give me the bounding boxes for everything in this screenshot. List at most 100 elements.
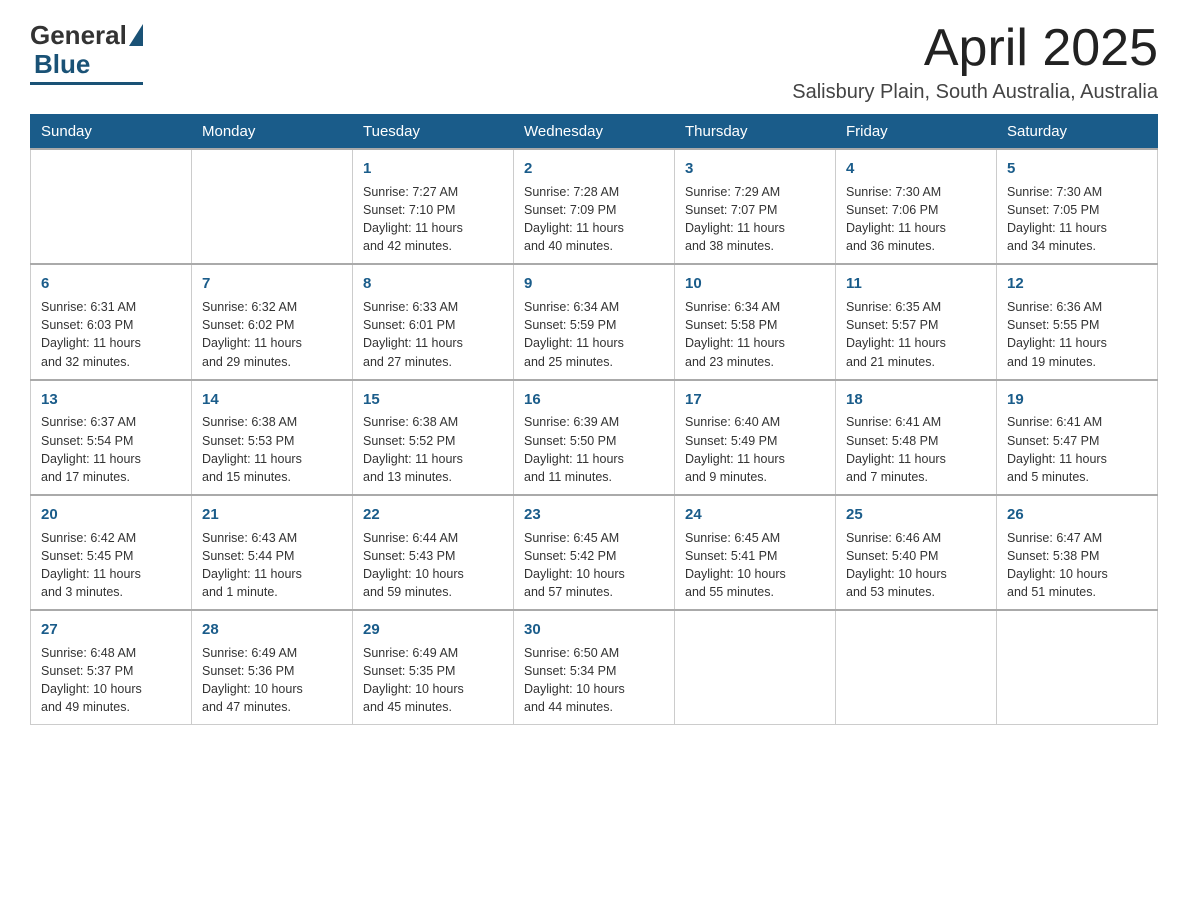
calendar-table: SundayMondayTuesdayWednesdayThursdayFrid… bbox=[30, 114, 1158, 725]
day-number: 23 bbox=[524, 504, 664, 526]
day-info: Sunrise: 6:35 AMSunset: 5:57 PMDaylight:… bbox=[846, 298, 986, 371]
day-number: 11 bbox=[846, 273, 986, 295]
day-number: 17 bbox=[685, 389, 825, 411]
day-number: 12 bbox=[1007, 273, 1147, 295]
day-number: 21 bbox=[202, 504, 342, 526]
day-number: 26 bbox=[1007, 504, 1147, 526]
day-number: 25 bbox=[846, 504, 986, 526]
calendar-week-row: 27Sunrise: 6:48 AMSunset: 5:37 PMDayligh… bbox=[31, 610, 1158, 725]
column-header-saturday: Saturday bbox=[997, 115, 1158, 150]
day-info: Sunrise: 6:43 AMSunset: 5:44 PMDaylight:… bbox=[202, 529, 342, 602]
calendar-cell: 19Sunrise: 6:41 AMSunset: 5:47 PMDayligh… bbox=[997, 380, 1158, 495]
column-header-thursday: Thursday bbox=[675, 115, 836, 150]
day-info: Sunrise: 6:45 AMSunset: 5:42 PMDaylight:… bbox=[524, 529, 664, 602]
day-info: Sunrise: 6:38 AMSunset: 5:52 PMDaylight:… bbox=[363, 413, 503, 486]
column-header-friday: Friday bbox=[836, 115, 997, 150]
day-info: Sunrise: 6:36 AMSunset: 5:55 PMDaylight:… bbox=[1007, 298, 1147, 371]
day-number: 10 bbox=[685, 273, 825, 295]
day-info: Sunrise: 6:39 AMSunset: 5:50 PMDaylight:… bbox=[524, 413, 664, 486]
calendar-cell: 17Sunrise: 6:40 AMSunset: 5:49 PMDayligh… bbox=[675, 380, 836, 495]
logo: General Blue bbox=[30, 20, 143, 85]
calendar-week-row: 20Sunrise: 6:42 AMSunset: 5:45 PMDayligh… bbox=[31, 495, 1158, 610]
calendar-cell: 4Sunrise: 7:30 AMSunset: 7:06 PMDaylight… bbox=[836, 149, 997, 264]
day-number: 27 bbox=[41, 619, 181, 641]
calendar-cell: 11 Sunrise: 6:35 AMSunset: 5:57 PMDayligh… bbox=[836, 264, 997, 379]
calendar-cell: 26 Sunrise: 6:47 AMSunset: 5:38 PMDayligh… bbox=[997, 495, 1158, 610]
column-header-monday: Monday bbox=[192, 115, 353, 150]
calendar-cell: 30 Sunrise: 6:50 AMSunset: 5:34 PMDayligh… bbox=[514, 610, 675, 725]
column-header-wednesday: Wednesday bbox=[514, 115, 675, 150]
day-number: 24 bbox=[685, 504, 825, 526]
day-number: 1 bbox=[363, 158, 503, 180]
day-info: Sunrise: 6:45 AMSunset: 5:41 PMDaylight:… bbox=[685, 529, 825, 602]
day-number: 18 bbox=[846, 389, 986, 411]
logo-blue-text: Blue bbox=[34, 49, 90, 80]
day-number: 2 bbox=[524, 158, 664, 180]
day-number: 15 bbox=[363, 389, 503, 411]
calendar-cell: 29Sunrise: 6:49 AMSunset: 5:35 PMDayligh… bbox=[353, 610, 514, 725]
calendar-cell: 5 Sunrise: 7:30 AMSunset: 7:05 PMDaylight… bbox=[997, 149, 1158, 264]
calendar-cell: 7Sunrise: 6:32 AMSunset: 6:02 PMDaylight… bbox=[192, 264, 353, 379]
day-info: Sunrise: 6:44 AMSunset: 5:43 PMDaylight:… bbox=[363, 529, 503, 602]
calendar-cell: 18Sunrise: 6:41 AMSunset: 5:48 PMDayligh… bbox=[836, 380, 997, 495]
day-number: 20 bbox=[41, 504, 181, 526]
day-info: Sunrise: 7:28 AMSunset: 7:09 PMDaylight:… bbox=[524, 183, 664, 256]
day-info: Sunrise: 6:34 AMSunset: 5:59 PMDaylight:… bbox=[524, 298, 664, 371]
day-info: Sunrise: 6:46 AMSunset: 5:40 PMDaylight:… bbox=[846, 529, 986, 602]
day-number: 22 bbox=[363, 504, 503, 526]
calendar-cell: 28 Sunrise: 6:49 AMSunset: 5:36 PMDayligh… bbox=[192, 610, 353, 725]
day-info: Sunrise: 6:38 AMSunset: 5:53 PMDaylight:… bbox=[202, 413, 342, 486]
day-info: Sunrise: 7:30 AMSunset: 7:05 PMDaylight:… bbox=[1007, 183, 1147, 256]
calendar-header-row: SundayMondayTuesdayWednesdayThursdayFrid… bbox=[31, 115, 1158, 150]
day-number: 5 bbox=[1007, 158, 1147, 180]
day-number: 7 bbox=[202, 273, 342, 295]
day-info: Sunrise: 6:37 AMSunset: 5:54 PMDaylight:… bbox=[41, 413, 181, 486]
calendar-cell: 27Sunrise: 6:48 AMSunset: 5:37 PMDayligh… bbox=[31, 610, 192, 725]
calendar-cell: 12 Sunrise: 6:36 AMSunset: 5:55 PMDayligh… bbox=[997, 264, 1158, 379]
page-header: General Blue April 2025 Salisbury Plain,… bbox=[30, 20, 1158, 104]
day-number: 16 bbox=[524, 389, 664, 411]
day-number: 13 bbox=[41, 389, 181, 411]
day-number: 3 bbox=[685, 158, 825, 180]
logo-triangle-icon bbox=[129, 24, 143, 46]
calendar-cell: 16Sunrise: 6:39 AMSunset: 5:50 PMDayligh… bbox=[514, 380, 675, 495]
calendar-cell: 9 Sunrise: 6:34 AMSunset: 5:59 PMDaylight… bbox=[514, 264, 675, 379]
calendar-cell: 3 Sunrise: 7:29 AMSunset: 7:07 PMDaylight… bbox=[675, 149, 836, 264]
calendar-week-row: 1Sunrise: 7:27 AMSunset: 7:10 PMDaylight… bbox=[31, 149, 1158, 264]
calendar-cell: 15Sunrise: 6:38 AMSunset: 5:52 PMDayligh… bbox=[353, 380, 514, 495]
calendar-cell: 25 Sunrise: 6:46 AMSunset: 5:40 PMDayligh… bbox=[836, 495, 997, 610]
day-number: 14 bbox=[202, 389, 342, 411]
day-info: Sunrise: 7:29 AMSunset: 7:07 PMDaylight:… bbox=[685, 183, 825, 256]
day-info: Sunrise: 6:41 AMSunset: 5:47 PMDaylight:… bbox=[1007, 413, 1147, 486]
day-info: Sunrise: 6:49 AMSunset: 5:36 PMDaylight:… bbox=[202, 644, 342, 717]
calendar-cell: 1Sunrise: 7:27 AMSunset: 7:10 PMDaylight… bbox=[353, 149, 514, 264]
day-info: Sunrise: 6:49 AMSunset: 5:35 PMDaylight:… bbox=[363, 644, 503, 717]
location-subtitle: Salisbury Plain, South Australia, Austra… bbox=[792, 81, 1158, 104]
logo-general-text: General bbox=[30, 20, 127, 51]
calendar-cell: 13Sunrise: 6:37 AMSunset: 5:54 PMDayligh… bbox=[31, 380, 192, 495]
day-number: 8 bbox=[363, 273, 503, 295]
day-info: Sunrise: 6:47 AMSunset: 5:38 PMDaylight:… bbox=[1007, 529, 1147, 602]
day-number: 19 bbox=[1007, 389, 1147, 411]
day-number: 30 bbox=[524, 619, 664, 641]
day-number: 9 bbox=[524, 273, 664, 295]
day-info: Sunrise: 6:34 AMSunset: 5:58 PMDaylight:… bbox=[685, 298, 825, 371]
day-info: Sunrise: 7:30 AMSunset: 7:06 PMDaylight:… bbox=[846, 183, 986, 256]
day-number: 28 bbox=[202, 619, 342, 641]
calendar-cell: 22 Sunrise: 6:44 AMSunset: 5:43 PMDayligh… bbox=[353, 495, 514, 610]
calendar-week-row: 13Sunrise: 6:37 AMSunset: 5:54 PMDayligh… bbox=[31, 380, 1158, 495]
calendar-cell: 10 Sunrise: 6:34 AMSunset: 5:58 PMDayligh… bbox=[675, 264, 836, 379]
calendar-cell bbox=[836, 610, 997, 725]
logo-underline bbox=[30, 82, 143, 85]
column-header-tuesday: Tuesday bbox=[353, 115, 514, 150]
calendar-cell: 14Sunrise: 6:38 AMSunset: 5:53 PMDayligh… bbox=[192, 380, 353, 495]
day-info: Sunrise: 6:40 AMSunset: 5:49 PMDaylight:… bbox=[685, 413, 825, 486]
calendar-cell bbox=[31, 149, 192, 264]
calendar-cell bbox=[997, 610, 1158, 725]
day-info: Sunrise: 6:50 AMSunset: 5:34 PMDaylight:… bbox=[524, 644, 664, 717]
day-info: Sunrise: 6:41 AMSunset: 5:48 PMDaylight:… bbox=[846, 413, 986, 486]
calendar-cell: 24 Sunrise: 6:45 AMSunset: 5:41 PMDayligh… bbox=[675, 495, 836, 610]
calendar-cell: 21 Sunrise: 6:43 AMSunset: 5:44 PMDayligh… bbox=[192, 495, 353, 610]
title-section: April 2025 Salisbury Plain, South Austra… bbox=[792, 20, 1158, 104]
calendar-week-row: 6Sunrise: 6:31 AMSunset: 6:03 PMDaylight… bbox=[31, 264, 1158, 379]
